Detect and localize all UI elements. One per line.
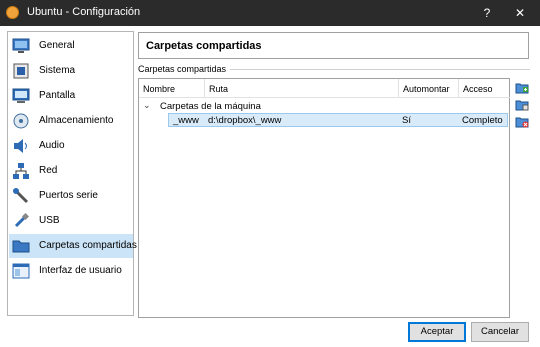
sidebar-item-label: Red	[39, 165, 58, 176]
usb-icon	[14, 212, 30, 228]
display-icon	[12, 88, 30, 103]
sidebar-item-label: Pantalla	[39, 90, 76, 101]
table-row[interactable]: _www d:\dropbox\_www Sí Completo	[168, 113, 508, 127]
cell-access: Completo	[462, 115, 503, 126]
sidebar-item-label: Carpetas compartidas	[39, 240, 137, 251]
folder-icon	[12, 240, 30, 253]
shared-folders-table[interactable]: Nombre Ruta Automontar Acceso ⌄ Carpetas…	[138, 78, 510, 318]
sidebar-item-red[interactable]: Red	[9, 159, 133, 183]
sidebar-item-label: General	[39, 40, 75, 51]
close-button[interactable]: ✕	[505, 0, 535, 26]
tree-group-row[interactable]: ⌄ Carpetas de la máquina	[139, 98, 509, 113]
ui-window-icon	[12, 263, 30, 279]
sidebar-item-puertos-serie[interactable]: Puertos serie	[9, 184, 133, 208]
sidebar-item-label: Interfaz de usuario	[39, 265, 122, 276]
group-divider	[230, 69, 530, 70]
sidebar-item-usb[interactable]: USB	[9, 209, 133, 233]
serial-port-icon	[13, 188, 29, 204]
settings-sidebar: General Sistema Pantalla Almacenamiento …	[7, 31, 137, 316]
edit-folder-icon	[515, 100, 529, 111]
network-icon	[13, 163, 29, 179]
window-title: Ubuntu - Configuración	[27, 6, 141, 18]
edit-folder-button[interactable]	[515, 98, 529, 112]
disk-icon	[13, 113, 29, 129]
speaker-icon	[14, 139, 27, 153]
add-folder-icon	[515, 83, 529, 94]
monitor-general-icon	[12, 38, 30, 53]
tree-group-label: Carpetas de la máquina	[160, 101, 261, 112]
sidebar-item-label: Audio	[39, 140, 65, 151]
virtualbox-gear-icon	[6, 6, 19, 19]
sidebar-item-almacenamiento[interactable]: Almacenamiento	[9, 109, 133, 133]
help-button[interactable]: ?	[472, 0, 502, 26]
title-bar: Ubuntu - Configuración ? ✕	[0, 0, 540, 26]
sidebar-item-interfaz-de-usuario[interactable]: Interfaz de usuario	[9, 259, 133, 283]
sidebar-item-label: Almacenamiento	[39, 115, 114, 126]
remove-folder-icon	[515, 117, 529, 128]
sidebar-item-label: Sistema	[39, 65, 76, 76]
page-header: Carpetas compartidas	[138, 32, 529, 59]
chip-icon	[13, 63, 29, 79]
sidebar-item-sistema[interactable]: Sistema	[9, 59, 133, 83]
cell-automount: Sí	[402, 115, 411, 126]
sidebar-item-label: USB	[39, 215, 60, 226]
sidebar-item-label: Puertos serie	[39, 190, 98, 201]
column-header-name[interactable]: Nombre	[139, 79, 205, 98]
sidebar-item-carpetas-compartidas[interactable]: Carpetas compartidas	[9, 234, 137, 258]
sidebar-item-audio[interactable]: Audio	[9, 134, 133, 158]
column-header-path[interactable]: Ruta	[205, 79, 399, 98]
column-header-automount[interactable]: Automontar	[399, 79, 459, 98]
cancel-button[interactable]: Cancelar	[471, 322, 529, 342]
sidebar-item-pantalla[interactable]: Pantalla	[9, 84, 133, 108]
cell-name: _www	[173, 115, 199, 126]
column-header-access[interactable]: Acceso	[459, 79, 510, 98]
cell-path: d:\dropbox\_www	[208, 115, 282, 126]
accept-button[interactable]: Aceptar	[408, 322, 466, 342]
add-folder-button[interactable]	[515, 81, 529, 95]
sidebar-item-general[interactable]: General	[9, 34, 133, 58]
remove-folder-button[interactable]	[515, 115, 529, 129]
group-title: Carpetas compartidas	[138, 64, 227, 74]
chevron-down-icon[interactable]: ⌄	[143, 100, 151, 111]
page-title: Carpetas compartidas	[146, 40, 262, 52]
